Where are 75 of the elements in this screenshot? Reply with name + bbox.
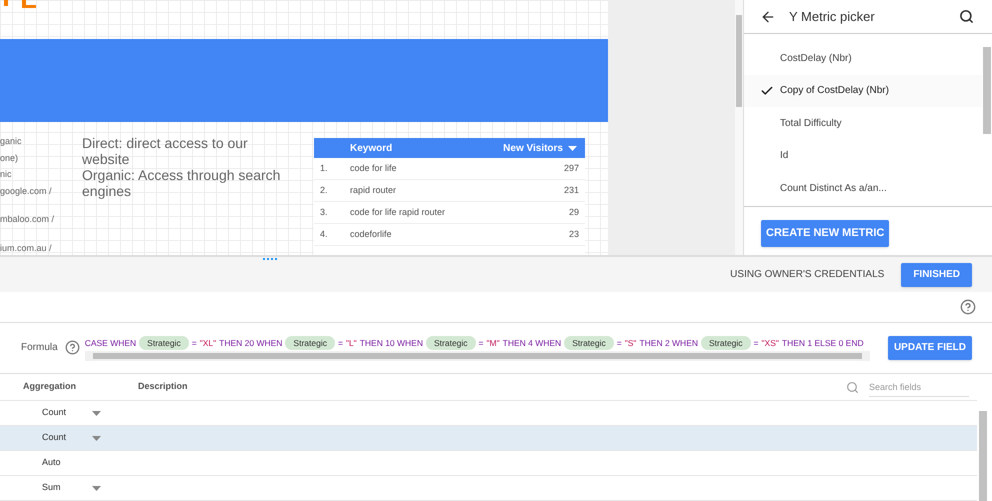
create-metric-button[interactable]: CREATE NEW METRIC <box>761 220 890 247</box>
table-cell-text: 29 <box>568 206 579 219</box>
formula-string: "S" <box>624 336 636 350</box>
aggregation-value: Count <box>42 406 68 420</box>
search-icon <box>846 380 859 394</box>
formula-keyword: THEN 20 WHEN <box>219 336 282 350</box>
table-cell-text: code for life <box>350 162 397 175</box>
description-text: Direct: direct access to our website <box>82 135 249 167</box>
table-cell-text: code for life rapid router <box>350 206 446 219</box>
field-chip: Strategic <box>701 336 751 350</box>
field-row[interactable]: Count <box>0 426 977 451</box>
formula-keyword: THEN 1 ELSE 0 END <box>782 336 864 350</box>
metric-item[interactable]: Count Distinct As a/an... <box>744 172 982 204</box>
scrollbar[interactable] <box>735 0 743 255</box>
table-cell-text: rapid router <box>350 184 396 197</box>
resize-handle-icon[interactable] <box>263 258 279 260</box>
formula-keyword: THEN 4 WHEN <box>502 336 562 350</box>
formula-keyword: THEN 2 WHEN <box>639 336 698 350</box>
chart-label: ganic <box>0 135 23 148</box>
search-icon[interactable] <box>959 9 974 24</box>
column-header[interactable]: New Visitors <box>503 140 563 156</box>
formula-keyword: = <box>192 336 197 350</box>
formula-string: "M" <box>486 336 500 350</box>
dropdown-caret-icon[interactable] <box>92 410 101 416</box>
aggregation-value: Count <box>42 431 68 444</box>
aggregation-value: Sum <box>42 481 62 494</box>
panel-title: Y Metric picker <box>789 8 875 26</box>
back-icon[interactable] <box>760 8 776 24</box>
field-chip: Strategic <box>426 336 476 350</box>
column-header[interactable]: Keyword <box>350 140 392 156</box>
help-icon[interactable] <box>960 299 976 316</box>
chart-label: nic <box>0 168 13 181</box>
formula-keyword: = <box>616 336 622 350</box>
formula-string: "L" <box>346 336 357 350</box>
dropdown-caret-icon[interactable] <box>92 436 101 440</box>
formula-field[interactable]: CASE WHEN Strategic = "XL" THEN 20 WHEN Strategic = "L" THEN 10 WHEN Strategic = "M" THEN 4 WHEN Strategic = "S" THEN 2 WHEN Strategic = "XS" THEN 1 ELSE 0 END <box>84 334 870 361</box>
aggregation-value: Auto <box>42 456 62 470</box>
dropdown-caret-icon[interactable] <box>92 486 101 490</box>
formula-keyword: = <box>754 336 759 350</box>
metric-item[interactable]: Id <box>744 140 982 172</box>
chart-label: google.com / <box>0 184 53 198</box>
metric-item[interactable]: CostDelay (Nbr) <box>744 42 982 74</box>
table-cell-text: 23 <box>568 228 579 241</box>
row-number: 1. <box>320 162 329 175</box>
chart-label: ium.com.au / <box>0 242 53 254</box>
row-number: 3. <box>320 206 329 219</box>
field-chip: Strategic <box>285 336 335 350</box>
formula-string: "XS" <box>762 336 779 350</box>
formula-keyword: = <box>338 336 343 350</box>
formula-keyword: THEN 10 WHEN <box>360 336 423 350</box>
table-cell-text: 231 <box>564 184 579 197</box>
credentials-text: USING OWNER'S CREDENTIALS <box>730 268 884 282</box>
chart-label: mbaloo.com / <box>0 213 56 226</box>
table-cell-text: 297 <box>564 162 579 175</box>
formula-label: Formula <box>21 341 58 356</box>
formula-keyword: = <box>478 336 484 350</box>
formula-string: "XL" <box>200 336 216 350</box>
help-icon[interactable] <box>64 340 80 356</box>
logo-icon <box>4 0 36 10</box>
table-cell-text: codeforlife <box>350 228 392 241</box>
description-text: Organic: Access through search engines <box>82 167 282 199</box>
formula-keyword: CASE WHEN <box>84 336 136 350</box>
sort-icon[interactable] <box>568 146 577 150</box>
field-chip: Strategic <box>564 336 614 350</box>
column-header: Description <box>138 380 188 394</box>
metric-item[interactable]: Copy of CostDelay (Nbr) <box>744 74 982 107</box>
row-number: 4. <box>320 228 329 241</box>
chart-label: one) <box>0 152 20 165</box>
finished-button[interactable]: FINISHED <box>901 262 972 287</box>
update-field-button[interactable]: UPDATE FIELD <box>888 336 972 360</box>
column-header: Aggregation <box>23 380 77 394</box>
search-field[interactable]: Search fields <box>869 377 969 397</box>
metric-item[interactable]: Total Difficulty <box>744 107 982 140</box>
row-number: 2. <box>320 184 329 197</box>
field-chip: Strategic <box>139 336 189 350</box>
